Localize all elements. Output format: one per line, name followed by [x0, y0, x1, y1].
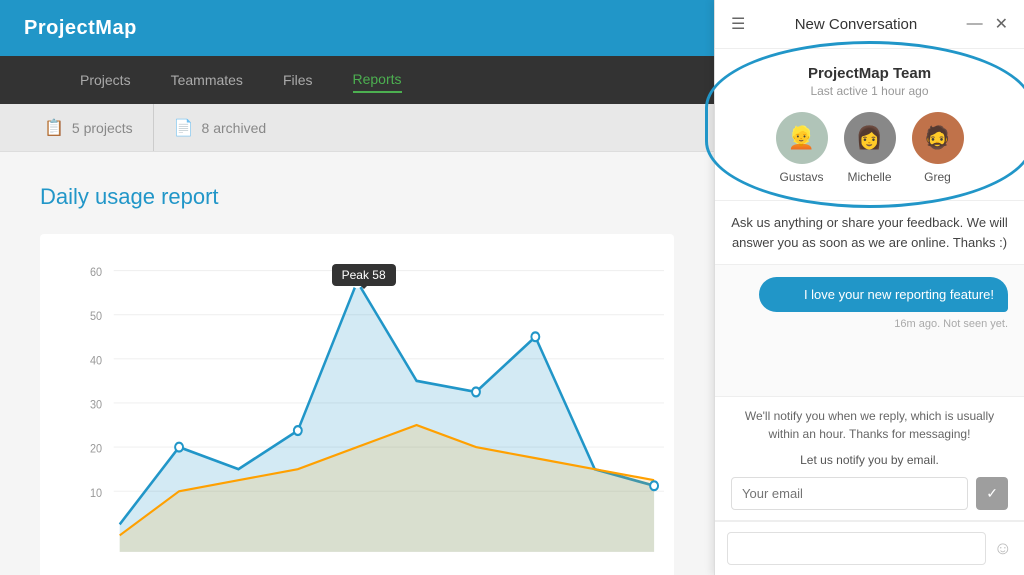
- close-icon[interactable]: ✕: [995, 14, 1008, 34]
- emoji-icon: ☺: [994, 538, 1012, 558]
- app-header: ProjectMap: [0, 0, 714, 56]
- archive-icon: 📄: [174, 118, 194, 138]
- svg-text:50: 50: [90, 311, 102, 324]
- email-row: ✓: [731, 477, 1008, 510]
- notification-cta: Let us notify you by email.: [731, 451, 1008, 469]
- hamburger-icon[interactable]: ☰: [731, 14, 745, 34]
- avatar-michelle: 👩 Michelle: [844, 112, 896, 184]
- app-logo: ProjectMap: [24, 17, 137, 40]
- chat-title: New Conversation: [745, 16, 966, 33]
- nav-projects[interactable]: Projects: [80, 68, 131, 92]
- chart-container: Peak 58 60 50 40 30 20 10: [40, 234, 674, 575]
- message-timestamp: 16m ago. Not seen yet.: [731, 318, 1008, 330]
- svg-text:60: 60: [90, 267, 102, 280]
- chat-header: ☰ New Conversation — ✕: [715, 0, 1024, 49]
- avatar-greg: 🧔 Greg: [912, 112, 964, 184]
- svg-text:30: 30: [90, 399, 102, 412]
- minimize-icon[interactable]: —: [967, 15, 983, 33]
- team-avatars: 👱 Gustavs 👩 Michelle 🧔 Greg: [731, 112, 1008, 184]
- avatar-gustavs: 👱 Gustavs: [776, 112, 828, 184]
- notification-text: We'll notify you when we reply, which is…: [731, 407, 1008, 443]
- team-section: ProjectMap Team Last active 1 hour ago 👱…: [715, 49, 1024, 201]
- greg-face: 🧔: [924, 125, 951, 151]
- svg-text:20: 20: [90, 443, 102, 456]
- chat-header-controls: — ✕: [967, 14, 1008, 34]
- chart-svg: 60 50 40 30 20 10: [90, 254, 664, 574]
- app-nav: Projects Teammates Files Reports: [0, 56, 714, 104]
- subheader: 📋 5 projects 📄 8 archived: [0, 104, 714, 152]
- avatar-image-greg: 🧔: [912, 112, 964, 164]
- projects-count: 5 projects: [72, 120, 133, 136]
- team-message-text: Ask us anything or share your feedback. …: [731, 213, 1008, 252]
- chat-input-area: ☺: [715, 521, 1024, 575]
- email-submit-button[interactable]: ✓: [976, 477, 1008, 510]
- michelle-face: 👩: [856, 125, 883, 151]
- team-name: ProjectMap Team: [731, 65, 1008, 82]
- email-input[interactable]: [731, 477, 968, 510]
- nav-teammates[interactable]: Teammates: [171, 68, 243, 92]
- avatar-image-gustavs: 👱: [776, 112, 828, 164]
- team-message-section: Ask us anything or share your feedback. …: [715, 201, 1024, 265]
- checkmark-icon: ✓: [986, 485, 998, 502]
- notification-section: We'll notify you when we reply, which is…: [715, 396, 1024, 521]
- notification-main: We'll notify you when we reply, which is…: [745, 409, 994, 441]
- nav-files[interactable]: Files: [283, 68, 313, 92]
- projects-count-item: 📋 5 projects: [24, 104, 154, 151]
- user-message-bubble: I love your new reporting feature!: [759, 277, 1008, 312]
- team-status: Last active 1 hour ago: [731, 84, 1008, 98]
- avatar-image-michelle: 👩: [844, 112, 896, 164]
- main-app: ProjectMap Projects Teammates Files Repo…: [0, 0, 714, 575]
- clipboard-icon: 📋: [44, 118, 64, 138]
- greg-label: Greg: [924, 170, 951, 184]
- archived-count: 8 archived: [202, 120, 267, 136]
- gustavs-face: 👱: [788, 125, 815, 151]
- peak-tooltip: Peak 58: [332, 264, 396, 286]
- chat-messages[interactable]: I love your new reporting feature! 16m a…: [715, 265, 1024, 396]
- svg-text:10: 10: [90, 487, 102, 500]
- michelle-label: Michelle: [847, 170, 891, 184]
- nav-reports[interactable]: Reports: [353, 67, 402, 93]
- emoji-button[interactable]: ☺: [994, 538, 1012, 559]
- chat-panel: ☰ New Conversation — ✕ ProjectMap Team L…: [714, 0, 1024, 575]
- gustavs-label: Gustavs: [779, 170, 823, 184]
- chat-text-input[interactable]: [727, 532, 986, 565]
- report-content: Daily usage report Peak 58 60 50 40 30 2…: [0, 152, 714, 575]
- archived-count-item: 📄 8 archived: [154, 104, 287, 151]
- report-title: Daily usage report: [40, 184, 674, 210]
- svg-text:40: 40: [90, 355, 102, 368]
